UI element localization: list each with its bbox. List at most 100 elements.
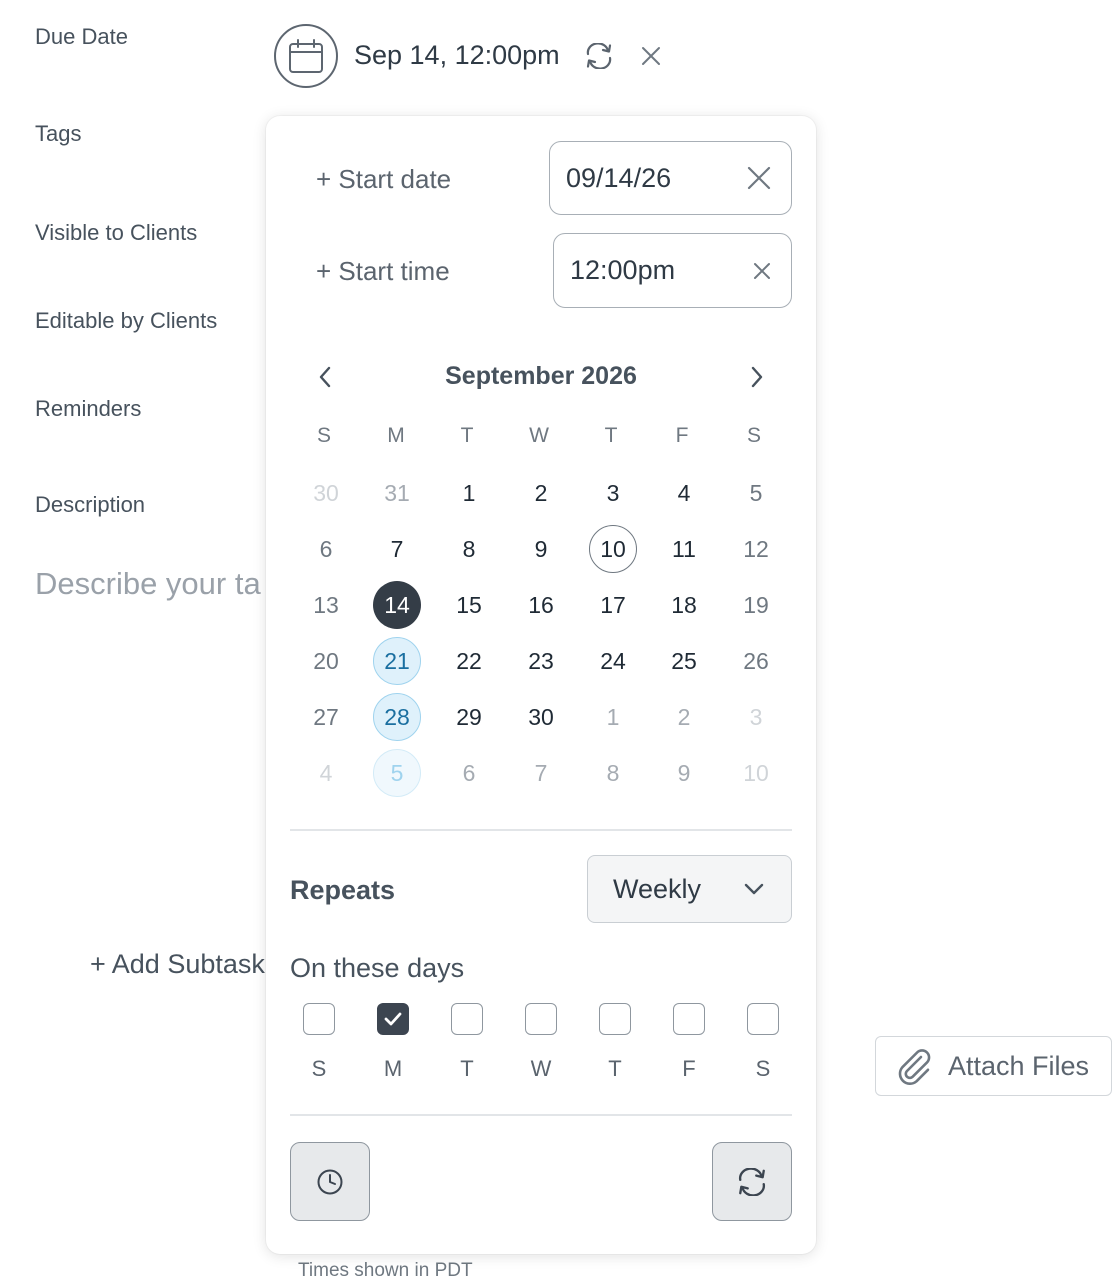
calendar-day[interactable]: 30 bbox=[302, 469, 350, 517]
calendar-day-recurring[interactable]: 5 bbox=[373, 749, 421, 797]
repeat-icon bbox=[586, 43, 612, 69]
attach-files-label: Attach Files bbox=[948, 1050, 1090, 1081]
start-date-input[interactable] bbox=[550, 162, 700, 194]
weekday-checkbox-monday[interactable] bbox=[377, 1003, 409, 1035]
repeats-value: Weekly bbox=[613, 873, 702, 904]
calendar-day-today[interactable]: 10 bbox=[589, 525, 637, 573]
description-label: Description bbox=[35, 492, 146, 517]
calendar-day[interactable]: 8 bbox=[589, 749, 637, 797]
calendar-day[interactable]: 13 bbox=[302, 581, 350, 629]
start-date-clear-button[interactable] bbox=[747, 166, 771, 190]
calendar-day[interactable]: 9 bbox=[660, 749, 708, 797]
calendar-day-recurring[interactable]: 28 bbox=[373, 693, 421, 741]
calendar-day[interactable]: 5 bbox=[732, 469, 780, 517]
weekday-checkbox-label: F bbox=[682, 1056, 696, 1081]
calendar-day[interactable]: 19 bbox=[732, 581, 780, 629]
add-start-date-link[interactable]: + Start date bbox=[316, 164, 451, 195]
calendar-day[interactable]: 3 bbox=[732, 693, 780, 741]
due-date-clear-button[interactable] bbox=[636, 40, 666, 72]
calendar-icon bbox=[289, 39, 323, 73]
timezone-note: Times shown in PDT bbox=[298, 1260, 473, 1278]
due-date-repeat-button[interactable] bbox=[581, 38, 617, 74]
reminders-label: Reminders bbox=[35, 396, 142, 421]
calendar-day[interactable]: 9 bbox=[517, 525, 565, 573]
description-input[interactable]: Describe your ta bbox=[35, 566, 267, 602]
calendar-day[interactable]: 29 bbox=[445, 693, 493, 741]
calendar-day-recurring[interactable]: 21 bbox=[373, 637, 421, 685]
calendar-day[interactable]: 27 bbox=[302, 693, 350, 741]
repeats-label: Repeats bbox=[290, 875, 396, 905]
time-button[interactable] bbox=[290, 1142, 370, 1221]
calendar-day[interactable]: 2 bbox=[660, 693, 708, 741]
paperclip-icon bbox=[898, 1049, 931, 1085]
weekday-checkbox-tuesday[interactable] bbox=[451, 1003, 483, 1035]
start-time-input[interactable] bbox=[554, 255, 704, 286]
start-date-field[interactable] bbox=[549, 141, 792, 215]
weekday-checkbox-sunday[interactable] bbox=[303, 1003, 335, 1035]
calendar-day[interactable]: 6 bbox=[445, 749, 493, 797]
due-date-label: Due Date bbox=[35, 24, 128, 49]
start-time-field[interactable] bbox=[553, 233, 792, 308]
weekday-checkbox-label: M bbox=[383, 1056, 403, 1081]
calendar-day[interactable]: 15 bbox=[445, 581, 493, 629]
calendar-day[interactable]: 20 bbox=[302, 637, 350, 685]
close-icon bbox=[642, 47, 660, 65]
weekday-checkbox-label: S bbox=[755, 1056, 771, 1081]
weekday-checkbox-saturday[interactable] bbox=[747, 1003, 779, 1035]
calendar-day[interactable]: 31 bbox=[373, 469, 421, 517]
calendar-day[interactable]: 17 bbox=[589, 581, 637, 629]
weekday-checkbox-friday[interactable] bbox=[673, 1003, 705, 1035]
start-time-clear-button[interactable] bbox=[753, 262, 771, 280]
weekday-header: F bbox=[675, 424, 689, 447]
calendar-day[interactable]: 12 bbox=[732, 525, 780, 573]
weekday-checkbox-thursday[interactable] bbox=[599, 1003, 631, 1035]
divider bbox=[290, 829, 792, 831]
calendar-day[interactable]: 16 bbox=[517, 581, 565, 629]
calendar-day[interactable]: 3 bbox=[589, 469, 637, 517]
calendar-day[interactable]: 8 bbox=[445, 525, 493, 573]
close-icon bbox=[754, 262, 770, 279]
attach-files-button[interactable]: Attach Files bbox=[875, 1036, 1112, 1096]
tags-label: Tags bbox=[35, 121, 82, 146]
clock-icon bbox=[317, 1169, 343, 1194]
calendar-day[interactable]: 4 bbox=[660, 469, 708, 517]
calendar-day[interactable]: 10 bbox=[732, 749, 780, 797]
add-start-time-link[interactable]: + Start time bbox=[316, 256, 450, 287]
weekday-header: T bbox=[460, 424, 474, 447]
calendar-day[interactable]: 4 bbox=[302, 749, 350, 797]
repeat-icon bbox=[738, 1167, 766, 1196]
divider bbox=[290, 1114, 792, 1116]
calendar-day[interactable]: 18 bbox=[660, 581, 708, 629]
calendar-day[interactable]: 11 bbox=[660, 525, 708, 573]
calendar-day[interactable]: 1 bbox=[445, 469, 493, 517]
weekday-header: T bbox=[604, 424, 618, 447]
visible-to-clients-label: Visible to Clients bbox=[35, 220, 198, 245]
calendar-day[interactable]: 24 bbox=[589, 637, 637, 685]
calendar-day[interactable]: 7 bbox=[517, 749, 565, 797]
next-month-button[interactable] bbox=[742, 362, 772, 392]
repeat-button[interactable] bbox=[712, 1142, 792, 1221]
weekday-checkbox-label: T bbox=[460, 1056, 474, 1081]
calendar-day[interactable]: 2 bbox=[517, 469, 565, 517]
add-subtask-button[interactable]: + Add Subtask bbox=[90, 949, 265, 980]
calendar-day[interactable]: 1 bbox=[589, 693, 637, 741]
calendar-day[interactable]: 26 bbox=[732, 637, 780, 685]
calendar-day-selected[interactable]: 14 bbox=[373, 581, 421, 629]
weekday-header: W bbox=[529, 424, 549, 447]
calendar-day[interactable]: 22 bbox=[445, 637, 493, 685]
on-these-days-label: On these days bbox=[290, 953, 465, 983]
weekday-header: S bbox=[746, 424, 761, 447]
calendar-day[interactable]: 6 bbox=[302, 525, 350, 573]
calendar-day[interactable]: 25 bbox=[660, 637, 708, 685]
repeats-select[interactable]: Weekly bbox=[587, 855, 792, 923]
checkmark-icon bbox=[384, 1012, 402, 1026]
calendar-day[interactable]: 30 bbox=[517, 693, 565, 741]
weekday-header: M bbox=[387, 424, 405, 447]
calendar-day[interactable]: 23 bbox=[517, 637, 565, 685]
weekday-header: S bbox=[316, 424, 331, 447]
calendar-day[interactable]: 7 bbox=[373, 525, 421, 573]
due-date-calendar-button[interactable] bbox=[274, 24, 338, 88]
weekday-checkbox-wednesday[interactable] bbox=[525, 1003, 557, 1035]
weekday-checkbox-label: S bbox=[311, 1056, 327, 1081]
due-date-value[interactable]: Sep 14, 12:00pm bbox=[354, 40, 560, 71]
